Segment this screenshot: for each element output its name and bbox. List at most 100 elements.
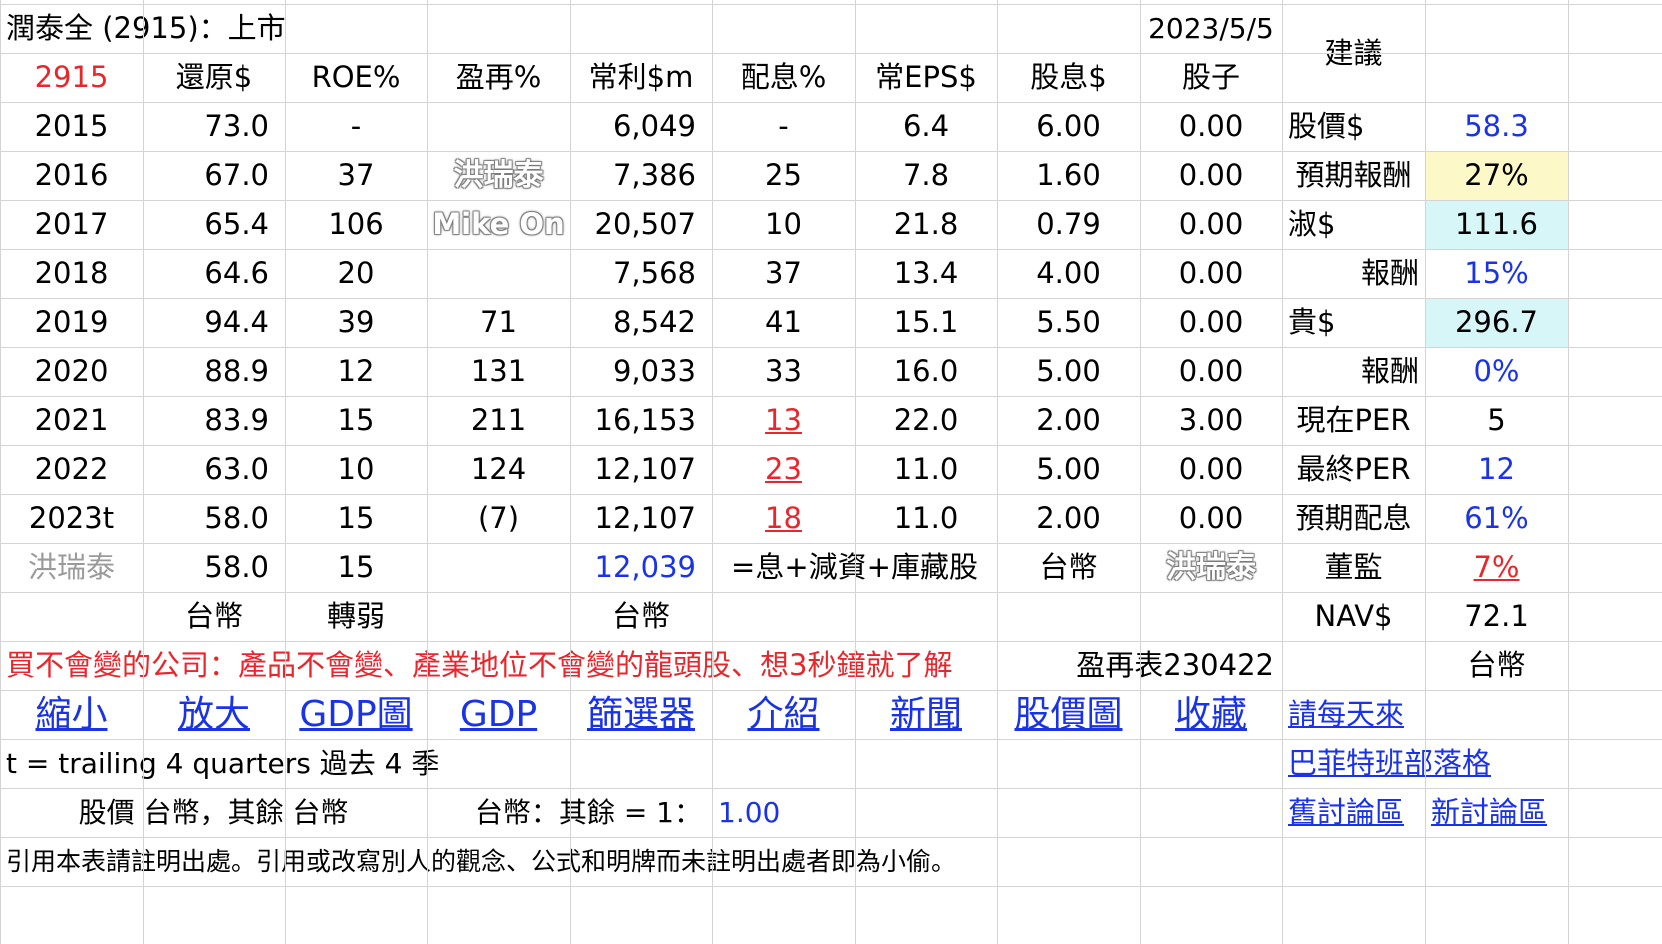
table-cell-profit: 6,049 — [612, 109, 696, 143]
table-cell-stock: 0.00 — [1178, 452, 1244, 486]
table-reference: 盈再表230422 — [1076, 648, 1274, 682]
link-daily-visit[interactable]: 請每天來 — [1282, 690, 1568, 739]
table-cell-roe: 106 — [328, 207, 384, 241]
table-cell-profit: 7,568 — [612, 256, 696, 290]
table-cell-restore: 73.0 — [204, 109, 269, 143]
report-date: 2023/5/5 — [1148, 11, 1274, 45]
advice-label: 預期配息 — [1295, 501, 1412, 535]
table-cell-stock: 0.00 — [1178, 109, 1244, 143]
table-cell-dividend: 5.00 — [1036, 354, 1101, 388]
watermark-name-2: 洪瑞泰 — [1166, 549, 1256, 585]
advice-label: 貴$ — [1288, 305, 1336, 339]
advice-value: 0% — [1473, 354, 1520, 388]
panel-currency: 台幣 — [1467, 648, 1526, 682]
table-cell-stock: 0.00 — [1178, 501, 1244, 535]
advice-value: 5 — [1487, 403, 1506, 437]
table-cell-payout: 23 — [765, 452, 802, 486]
column-header: 2915 — [34, 60, 109, 94]
link-4[interactable]: GDP — [427, 690, 570, 739]
column-header: 還原$ — [175, 60, 253, 94]
watermark-name: 洪瑞泰 — [453, 157, 544, 193]
table-cell-dividend: 2.00 — [1036, 501, 1101, 535]
advice-value: 72.1 — [1464, 599, 1529, 633]
table-cell-eps: 22.0 — [893, 403, 959, 437]
advice-label: 報酬 — [1360, 256, 1419, 290]
table-cell-reinvest: (7) — [477, 501, 520, 535]
link-9[interactable]: 收藏 — [1140, 690, 1282, 739]
summary-restore: 58.0 — [204, 550, 269, 584]
table-cell-payout: - — [778, 109, 789, 143]
link-7[interactable]: 新聞 — [855, 690, 997, 739]
table-cell-eps: 13.4 — [893, 256, 959, 290]
advice-label: 最終PER — [1296, 452, 1411, 486]
advice-label: NAV$ — [1314, 599, 1393, 633]
table-cell-reinvest — [427, 249, 570, 298]
table-cell-restore: 88.9 — [204, 354, 269, 388]
advice-label: 股價$ — [1288, 109, 1365, 143]
link-new-forum[interactable]: 新討論區 — [1425, 788, 1568, 837]
table-cell-profit: 8,542 — [612, 305, 696, 339]
link-1[interactable]: 縮小 — [0, 690, 143, 739]
summary-roe: 15 — [337, 550, 375, 584]
table-cell-payout: 18 — [765, 501, 802, 535]
table-cell-eps: 7.8 — [902, 158, 950, 192]
dividend-formula-note: =息+減資+庫藏股 — [731, 550, 978, 584]
table-cell-stock: 3.00 — [1178, 403, 1244, 437]
table-cell-roe: 37 — [337, 158, 375, 192]
stock-title: 潤泰全 (2915)：上市 — [6, 11, 286, 45]
table-cell-reinvest: 124 — [470, 452, 527, 486]
advice-label: 預期報酬 — [1295, 158, 1412, 192]
table-cell-restore: 64.6 — [204, 256, 269, 290]
table-cell-dividend: 0.79 — [1036, 207, 1101, 241]
column-header: 常EPS$ — [875, 60, 977, 94]
unit-profit: 台幣 — [611, 599, 670, 633]
table-cell-year: 2017 — [34, 207, 109, 241]
advice-label: 現在PER — [1296, 403, 1411, 437]
summary-profit: 12,039 — [594, 550, 696, 584]
link-3[interactable]: GDP圖 — [285, 690, 427, 739]
spreadsheet: 潤泰全 (2915)：上市 2023/5/5 建議 2915 還原$ ROE% 盈再% 常利$… — [0, 0, 1662, 944]
column-header: 股息$ — [1030, 60, 1107, 94]
table-cell-roe: 10 — [337, 452, 375, 486]
advice-value: 12 — [1478, 452, 1515, 486]
column-header: 盈再% — [455, 60, 542, 94]
link-buffett-blog[interactable]: 巴菲特班部落格 — [1282, 739, 1568, 788]
table-cell-year: 2023t — [28, 501, 115, 535]
table-cell-payout: 37 — [765, 256, 802, 290]
table-cell-restore: 58.0 — [204, 501, 269, 535]
link-8[interactable]: 股價圖 — [997, 690, 1140, 739]
link-old-forum[interactable]: 舊討論區 — [1282, 788, 1425, 837]
advice-heading: 建議 — [1324, 35, 1383, 70]
column-header: 股子 — [1181, 60, 1240, 94]
table-cell-profit: 20,507 — [594, 207, 696, 241]
advice-value: 7% — [1473, 550, 1520, 584]
table-cell-year: 2020 — [34, 354, 109, 388]
table-cell-reinvest: 131 — [470, 354, 527, 388]
watermark-handle: Mike On — [432, 207, 565, 241]
advice-value: 111.6 — [1454, 207, 1539, 241]
citation-footer: 引用本表請註明出處。引用或改寫別人的觀念、公式和明牌而未註明出處者即為小偷。 — [6, 847, 957, 876]
column-header: ROE% — [311, 60, 401, 94]
table-cell-profit: 9,033 — [612, 354, 696, 388]
table-cell-profit: 12,107 — [594, 501, 696, 535]
author-name: 洪瑞泰 — [27, 550, 115, 584]
link-5[interactable]: 篩選器 — [570, 690, 712, 739]
table-cell-year: 2016 — [34, 158, 109, 192]
table-cell-year: 2019 — [34, 305, 109, 339]
table-cell-reinvest: 71 — [480, 305, 517, 339]
table-cell-profit: 7,386 — [612, 158, 696, 192]
link-6[interactable]: 介紹 — [712, 690, 855, 739]
table-cell-stock: 0.00 — [1178, 256, 1244, 290]
table-cell-payout: 13 — [765, 403, 802, 437]
price-currency-note: 股價 台幣，其餘 台幣 — [78, 795, 349, 829]
table-cell-payout: 33 — [765, 354, 802, 388]
table-cell-eps: 16.0 — [893, 354, 959, 388]
advice-value: 15% — [1464, 256, 1529, 290]
table-cell-dividend: 5.50 — [1036, 305, 1101, 339]
table-cell-eps: 6.4 — [902, 109, 950, 143]
table-cell-profit: 16,153 — [594, 403, 696, 437]
trailing-note: t = trailing 4 quarters 過去 4 季 — [6, 746, 440, 780]
rate-note: 台幣：其餘 = 1： — [474, 795, 702, 829]
link-2[interactable]: 放大 — [143, 690, 285, 739]
column-header: 常利$m — [588, 60, 694, 94]
